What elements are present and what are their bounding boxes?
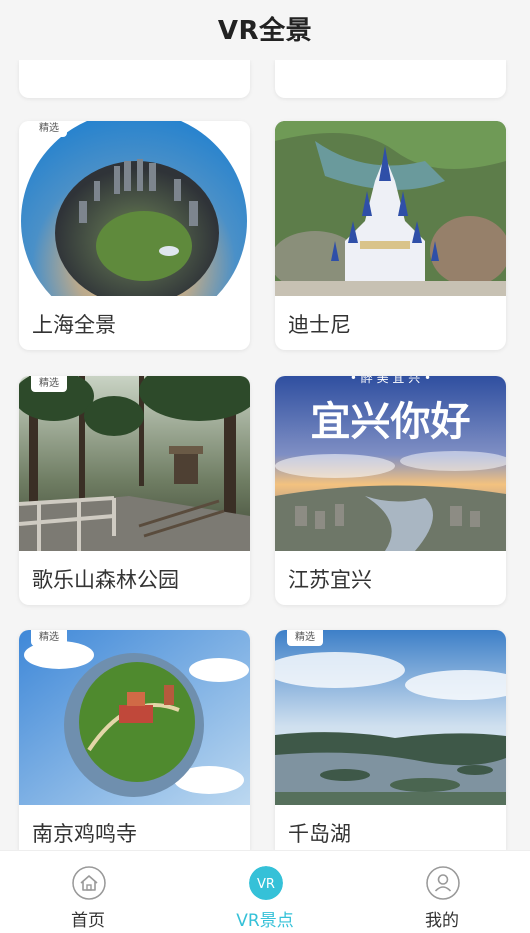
bottom-tab-bar: 首页 VR VR景点 我的 [0,850,530,933]
tab-home-label: 首页 [71,911,105,931]
tab-profile-label: 我的 [425,911,459,931]
yixing-overlay-small: • 醉 美 宜 兴 • [350,376,431,385]
scenic-card-label: 江苏宜兴 [288,568,372,592]
home-icon [72,866,106,900]
shanghai-panorama-photo [19,121,250,296]
scenic-card-label: 歌乐山森林公园 [32,568,179,592]
scenic-card-label: 上海全景 [32,313,116,337]
tab-vr-spots-label: VR景点 [236,911,294,931]
scenic-card-qiandaohu[interactable]: 精选 千岛湖 [275,630,506,850]
scenic-card-label: 千岛湖 [288,822,351,846]
scenic-card-geleshan[interactable]: 精选 歌乐山森林公园 [19,376,250,605]
vr-icon: VR [249,866,283,900]
tab-profile[interactable]: 我的 [354,851,530,933]
yixing-overlay-title: 宜兴你好 [311,398,471,445]
scenic-card-label: 迪士尼 [288,313,351,337]
qiandao-lake-photo [275,630,506,805]
card-partial-left[interactable] [19,60,250,98]
page-title: VR全景 [217,16,313,46]
forest-park-photo [19,376,250,551]
jiming-temple-photo [19,630,250,805]
featured-badge: 精选 [31,121,67,137]
scenic-card-yixing[interactable]: • 醉 美 宜 兴 • 宜兴你好 江苏宜兴 [275,376,506,605]
tab-home[interactable]: 首页 [0,851,176,933]
disney-castle-photo [275,121,506,296]
yixing-aerial-photo: • 醉 美 宜 兴 • 宜兴你好 [275,376,506,551]
card-partial-right[interactable] [275,60,506,98]
scenic-card-shanghai[interactable]: 精选 上海全景 [19,121,250,350]
scenic-card-jiming[interactable]: 精选 南京鸡鸣寺 [19,630,250,850]
svg-text:VR: VR [257,877,275,892]
tab-vr-spots[interactable]: VR VR景点 [177,851,353,933]
featured-badge: 精选 [31,376,67,392]
scenic-card-disney[interactable]: 迪士尼 [275,121,506,350]
app-header: VR全景 [0,0,530,60]
featured-badge: 精选 [31,630,67,646]
featured-badge: 精选 [287,630,323,646]
scenic-card-label: 南京鸡鸣寺 [32,822,137,846]
profile-icon [426,866,460,900]
scenic-spot-grid[interactable]: 精选 上海全景 迪士尼 精选 歌乐山森林公园 • 醉 美 宜 兴 • 宜兴你好 … [0,60,530,850]
